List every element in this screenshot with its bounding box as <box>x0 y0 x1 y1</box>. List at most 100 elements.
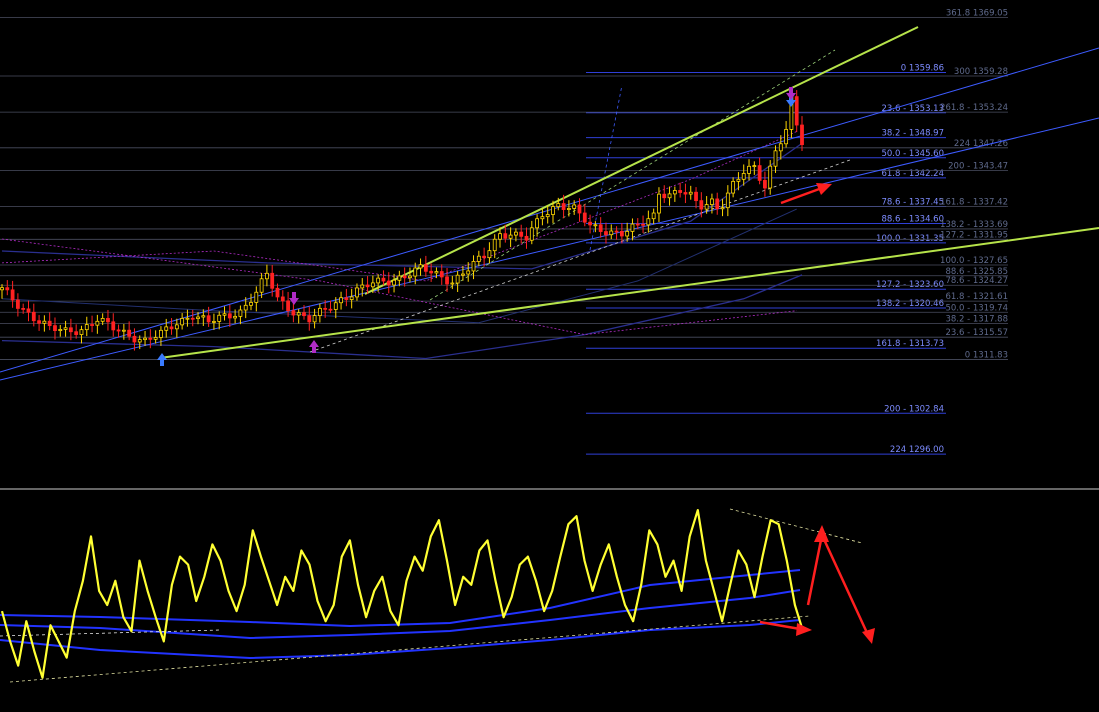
fib-label: 161.8 - 1313.73 <box>876 339 944 349</box>
candle <box>455 270 460 292</box>
candle <box>74 324 79 339</box>
annotation-arrow-icon <box>759 620 812 636</box>
fib-level-primary: 38.2 - 1348.97 <box>586 129 946 139</box>
candle <box>545 205 550 224</box>
candle-body <box>667 193 672 199</box>
candle-body <box>265 272 269 280</box>
fib-label: 138.2 - 1333.69 <box>940 220 1008 230</box>
candle-body <box>349 296 354 301</box>
candle <box>328 300 333 314</box>
candle-body <box>561 203 566 210</box>
fib-level-primary: 50.0 - 1345.60 <box>586 149 946 159</box>
candle-body <box>180 318 185 326</box>
candle-body <box>503 233 508 239</box>
fib-level-secondary: 261.8 - 1353.24 <box>0 103 1008 113</box>
candle-body <box>604 231 608 236</box>
fib-level-secondary: 300 1359.28 <box>0 67 1008 77</box>
candle-body <box>111 321 116 331</box>
candle <box>683 183 688 204</box>
fib-level-primary: 200 - 1302.84 <box>586 404 946 414</box>
candle <box>641 215 645 233</box>
fib-level-secondary: 61.8 - 1321.61 <box>0 292 1008 302</box>
candle-body <box>545 214 550 218</box>
candle <box>31 303 36 327</box>
fib-label: 78.6 - 1324.27 <box>945 276 1008 286</box>
fib-level-secondary: 78.6 - 1324.27 <box>0 276 1008 286</box>
candle-body <box>397 275 402 281</box>
candle-body <box>720 207 725 210</box>
candle <box>524 227 529 249</box>
candle <box>79 325 84 344</box>
candle-body <box>646 218 651 226</box>
candle <box>254 286 259 312</box>
candle <box>720 198 725 217</box>
candle <box>217 311 222 330</box>
candle-body <box>5 287 10 291</box>
candle-body <box>408 275 412 279</box>
fib-label: 200 - 1302.84 <box>884 404 944 414</box>
candle <box>238 305 243 325</box>
candle <box>291 303 296 323</box>
fib-label: 78.6 - 1337.45 <box>881 197 944 207</box>
candle-body <box>270 272 275 289</box>
fib-label: 88.6 - 1334.60 <box>881 214 944 224</box>
candle <box>476 250 481 267</box>
candle <box>339 291 343 310</box>
candle-body <box>58 329 63 332</box>
candle-body <box>778 143 783 152</box>
fib-label: 100.0 - 1331.35 <box>876 234 944 244</box>
candle <box>763 171 767 197</box>
candle-body <box>614 230 619 233</box>
candle-body <box>143 337 147 341</box>
candle-body <box>662 193 667 199</box>
fib-label: 0 1359.86 <box>901 64 944 74</box>
candle <box>0 284 4 299</box>
candle-body <box>773 150 778 167</box>
candle <box>778 135 783 160</box>
candle-body <box>222 313 227 316</box>
candle-body <box>275 287 280 298</box>
candle <box>773 145 778 173</box>
candle-body <box>169 326 174 330</box>
candle-body <box>535 218 539 229</box>
candle-body <box>328 308 333 311</box>
candle-body <box>747 165 751 174</box>
candle-body <box>10 289 15 301</box>
buy-signal-arrow-icon <box>157 353 167 366</box>
candle-body <box>439 271 444 278</box>
candle-body <box>360 284 365 289</box>
fib-label: 61.8 - 1321.61 <box>945 292 1008 302</box>
candle <box>741 164 746 186</box>
candle-body <box>370 282 375 288</box>
candle-body <box>249 302 253 306</box>
candle <box>42 315 47 332</box>
arrow-shape <box>157 353 167 366</box>
candle-body <box>593 224 598 227</box>
candle-body <box>127 329 132 337</box>
oscillator-trendline-resistance <box>729 508 863 544</box>
candle <box>672 186 677 202</box>
annotation-arrow-icon <box>780 183 832 205</box>
candle-body <box>84 324 89 331</box>
candle-body <box>79 329 84 335</box>
candle-body <box>238 309 243 317</box>
candle-body <box>514 231 518 236</box>
candle <box>95 314 100 334</box>
fib-label: 100.0 - 1327.65 <box>940 256 1008 266</box>
candle-body <box>466 270 471 275</box>
candle-body <box>508 234 513 239</box>
candle <box>344 288 349 307</box>
candle-body <box>280 296 285 302</box>
candle <box>307 306 312 331</box>
candle-body <box>694 191 698 202</box>
candle-body <box>233 315 238 319</box>
fib-label: 161.8 - 1337.42 <box>940 198 1008 208</box>
candle-body <box>630 223 635 232</box>
candle-body <box>31 311 36 322</box>
annotation-arrow-icon <box>806 525 875 644</box>
candle <box>106 309 110 331</box>
candle-body <box>355 287 359 298</box>
band-lower <box>1 274 803 360</box>
trendline-resistance <box>364 26 919 295</box>
candle-body <box>683 192 688 195</box>
